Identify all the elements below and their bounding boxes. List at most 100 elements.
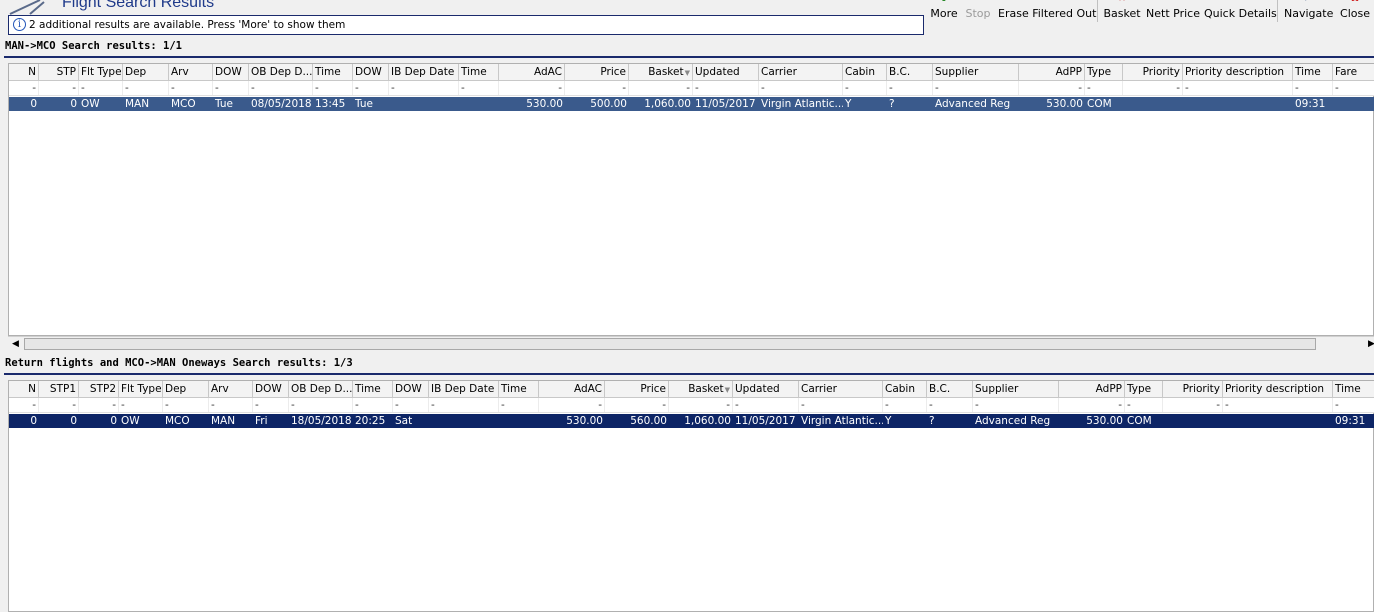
filter-cell: -	[249, 81, 313, 95]
stop-button[interactable]: Stop	[963, 0, 993, 24]
column-header-priority-description[interactable]: Priority description	[1183, 64, 1293, 80]
column-header-time[interactable]: Time	[313, 64, 353, 80]
filter-cell: -	[499, 81, 565, 95]
column-header-ib-dep-date[interactable]: IB Dep Date	[389, 64, 459, 80]
column-header-n[interactable]: N	[9, 381, 39, 397]
column-header-dep[interactable]: Dep	[163, 381, 209, 397]
filter-cell: -	[79, 398, 119, 412]
column-header-b-c[interactable]: B.C.	[927, 381, 973, 397]
column-header-adac[interactable]: AdAC	[499, 64, 565, 80]
column-header-dow[interactable]: DOW	[393, 381, 429, 397]
column-header-supplier[interactable]: Supplier	[933, 64, 1019, 80]
column-header-price[interactable]: Price	[565, 64, 629, 80]
filter-cell: -	[39, 398, 79, 412]
filter-cell: -	[9, 81, 39, 95]
column-header-basket[interactable]: Basket▼	[629, 64, 693, 80]
column-header-n[interactable]: N	[9, 64, 39, 80]
filter-cell: -	[289, 398, 353, 412]
nett-price-button[interactable]: Nett Price	[1146, 0, 1200, 24]
grid-filter-row[interactable]: -------------------------	[9, 398, 1374, 413]
column-header-dow[interactable]: DOW	[213, 64, 249, 80]
column-header-cabin[interactable]: Cabin	[843, 64, 887, 80]
column-header-time[interactable]: Time	[1333, 381, 1374, 397]
erase-filtered-out-button[interactable]: Erase Filtered Out	[998, 0, 1096, 24]
column-header-flt-type[interactable]: Flt Type	[119, 381, 163, 397]
column-header-time[interactable]: Time	[353, 381, 393, 397]
column-header-basket[interactable]: Basket▼	[669, 381, 733, 397]
column-header-dow[interactable]: DOW	[353, 64, 389, 80]
column-header-time[interactable]: Time	[459, 64, 499, 80]
table-cell: Advanced Reg	[935, 98, 1011, 110]
column-header-arv[interactable]: Arv	[169, 64, 213, 80]
table-cell: Tue	[355, 98, 373, 110]
scroll-left-icon[interactable]: ◀	[8, 337, 23, 351]
table-row[interactable]: 0 0 OW MAN MCO Tue 08/05/2018 13:45 Tue 530.00 500…	[9, 97, 1374, 111]
filter-cell: -	[209, 398, 253, 412]
table-cell	[1123, 97, 1183, 111]
column-header-type[interactable]: Type	[1085, 64, 1123, 80]
column-header-dow[interactable]: DOW	[253, 381, 289, 397]
filter-cell: -	[459, 81, 499, 95]
scroll-right-icon[interactable]: ▶	[1364, 337, 1374, 351]
grid-filter-row[interactable]: -------------------------	[9, 81, 1374, 96]
navigate-button[interactable]: Navigate	[1284, 0, 1333, 24]
filter-cell: -	[1123, 81, 1183, 95]
filter-cell: -	[1333, 81, 1374, 95]
column-header-time[interactable]: Time	[1293, 64, 1333, 80]
filter-cell: -	[887, 81, 933, 95]
column-header-stp[interactable]: STP	[39, 64, 79, 80]
column-header-dep[interactable]: Dep	[123, 64, 169, 80]
column-header-arv[interactable]: Arv	[209, 381, 253, 397]
column-header-priority[interactable]: Priority	[1163, 381, 1223, 397]
column-header-adac[interactable]: AdAC	[539, 381, 605, 397]
column-header-carrier[interactable]: Carrier	[759, 64, 843, 80]
table-cell: Y	[845, 98, 852, 110]
column-header-updated[interactable]: Updated	[733, 381, 799, 397]
grid-header-row: N STP Flt Type Dep Arv DOW OB Dep D... Time DOW I…	[9, 64, 1374, 81]
column-header-stp1[interactable]: STP1	[39, 381, 79, 397]
column-header-type[interactable]: Type	[1125, 381, 1163, 397]
column-header-ob-dep-d[interactable]: OB Dep D...	[289, 381, 353, 397]
filter-cell: -	[733, 398, 799, 412]
table-cell: Virgin Atlantic...	[801, 415, 883, 427]
table-cell	[1223, 414, 1333, 428]
column-header-time[interactable]: Time	[499, 381, 539, 397]
column-header-b-c[interactable]: B.C.	[887, 64, 933, 80]
column-header-ob-dep-d[interactable]: OB Dep D...	[249, 64, 313, 80]
filter-cell: -	[1293, 81, 1333, 95]
filter-cell: -	[629, 81, 693, 95]
column-header-fare[interactable]: Fare	[1333, 64, 1374, 80]
table-cell	[1333, 97, 1374, 111]
filter-cell: -	[1085, 81, 1123, 95]
sort-descending-icon: ▼	[684, 69, 690, 77]
filter-cell: -	[1019, 81, 1085, 95]
column-header-priority[interactable]: Priority	[1123, 64, 1183, 80]
column-header-priority-description[interactable]: Priority description	[1223, 381, 1333, 397]
toolbar-separator	[1097, 0, 1098, 22]
column-header-supplier[interactable]: Supplier	[973, 381, 1059, 397]
horizontal-scrollbar[interactable]: ◀ ▶	[8, 336, 1374, 351]
outbound-results-title: MAN->MCO Search results: 1/1	[5, 40, 183, 52]
table-cell: MCO	[171, 98, 196, 110]
more-button[interactable]: More	[928, 0, 960, 24]
basket-button[interactable]: Basket	[1103, 0, 1141, 24]
table-row[interactable]: 0 0 0 OW MCO MAN Fri 18/05/2018 20:25 Sat 530.00 56…	[9, 414, 1374, 428]
outbound-results-grid: N STP Flt Type Dep Arv DOW OB Dep D... Time DOW I…	[8, 63, 1374, 336]
navigate-icon	[1305, 0, 1307, 1]
column-header-carrier[interactable]: Carrier	[799, 381, 883, 397]
close-button[interactable]: Close	[1338, 0, 1372, 24]
quick-details-button[interactable]: Quick Details	[1204, 0, 1277, 24]
stop-label: Stop	[965, 7, 991, 20]
table-cell	[429, 414, 499, 428]
column-header-flt-type[interactable]: Flt Type	[79, 64, 123, 80]
scrollbar-thumb[interactable]	[24, 338, 1316, 350]
column-header-cabin[interactable]: Cabin	[883, 381, 927, 397]
column-header-updated[interactable]: Updated	[693, 64, 759, 80]
table-cell: 1,060.00	[684, 415, 731, 427]
column-header-adpp[interactable]: AdPP	[1019, 64, 1085, 80]
column-header-stp2[interactable]: STP2	[79, 381, 119, 397]
column-header-adpp[interactable]: AdPP	[1059, 381, 1125, 397]
column-header-ib-dep-date[interactable]: IB Dep Date	[429, 381, 499, 397]
column-header-price[interactable]: Price	[605, 381, 669, 397]
info-icon: i	[13, 18, 26, 31]
